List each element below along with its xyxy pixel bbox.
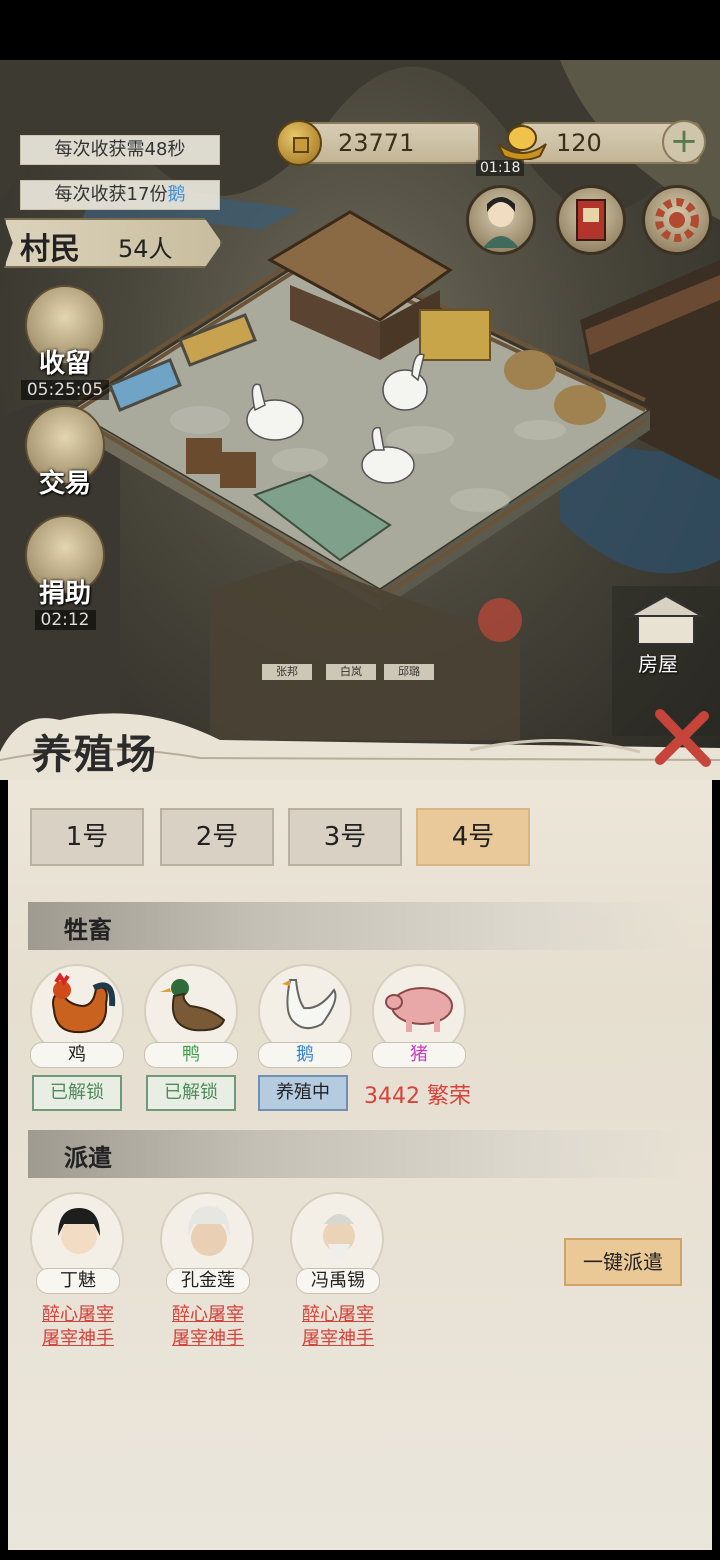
auto-dispatch-button[interactable]: 一键派遣 — [564, 1238, 682, 1286]
worker-skill[interactable]: 屠宰神手 — [288, 1324, 388, 1350]
animal-name: 鸭 — [144, 1042, 238, 1068]
lady-portrait-icon — [483, 197, 519, 248]
villager-tag: 白岚 — [326, 664, 376, 680]
worker-skill[interactable]: 醉心屠宰 — [28, 1300, 128, 1326]
farm-scene[interactable]: 每次收获需48秒 每次收获17份鹅 23771 120 + 01:18 村民 5… — [0, 60, 720, 760]
worker-card[interactable]: 冯禹锡 醉心屠宰 屠宰神手 — [288, 1192, 388, 1352]
goose-icon — [282, 979, 337, 1030]
livestock-section-title: 牲畜 — [64, 915, 112, 944]
worker-skill[interactable]: 醉心屠宰 — [158, 1300, 258, 1326]
book-button[interactable] — [556, 185, 626, 255]
status-bar — [0, 0, 720, 60]
worker-skill[interactable]: 屠宰神手 — [28, 1324, 128, 1350]
coin-icon — [276, 120, 322, 166]
harvest-item-text: 鹅 — [167, 184, 186, 205]
duck-status: 已解锁 — [146, 1075, 236, 1111]
animal-duck[interactable]: 鸭 — [142, 964, 242, 1074]
house-icon — [626, 594, 706, 645]
dispatch-section-header: 派遣 — [28, 1130, 688, 1178]
pig-icon — [385, 987, 453, 1032]
trade-label: 交易 — [38, 469, 91, 499]
villagers-panel[interactable]: 村民 54人 — [4, 218, 222, 268]
harvest-time-text: 每次收获需48秒 — [54, 139, 186, 160]
pig-prosperity-cost: 3442 繁荣 — [364, 1084, 471, 1109]
worker-name: 冯禹锡 — [296, 1268, 380, 1294]
book-icon — [576, 199, 606, 241]
gear-icon — [655, 198, 699, 242]
livestock-section-header: 牲畜 — [28, 902, 688, 950]
animal-name: 猪 — [372, 1042, 466, 1068]
animal-name: 鸡 — [30, 1042, 124, 1068]
villagers-count: 54人 — [118, 235, 173, 263]
animal-pig[interactable]: 猪 — [370, 964, 470, 1074]
donate-timer: 02:12 — [34, 610, 96, 630]
worker-card[interactable]: 丁魅 醉心屠宰 屠宰神手 — [28, 1192, 128, 1352]
chicken-status: 已解锁 — [32, 1075, 122, 1111]
trade-button[interactable]: 交易 — [20, 405, 110, 500]
close-icon[interactable] — [650, 706, 714, 770]
shelter-label: 收留 — [38, 349, 91, 379]
donate-label: 捐助 — [38, 579, 91, 609]
shelter-button[interactable]: 收留 05:25:05 — [20, 285, 110, 400]
villager-tag: 张邦 — [262, 664, 312, 680]
house-label: 房屋 — [638, 652, 678, 676]
duck-icon — [160, 979, 226, 1032]
tab-farm-4[interactable]: 4号 — [416, 808, 530, 866]
harvest-amount-text: 每次收获17份 — [54, 184, 168, 205]
chicken-icon — [52, 972, 116, 1034]
donate-button[interactable]: 捐助 02:12 — [20, 515, 110, 630]
add-ingots-button[interactable]: + — [662, 120, 706, 164]
tab-farm-1[interactable]: 1号 — [30, 808, 144, 866]
dispatch-section-title: 派遣 — [64, 1143, 112, 1172]
tab-farm-3[interactable]: 3号 — [288, 808, 402, 866]
shelter-timer: 05:25:05 — [20, 380, 110, 400]
coins-counter[interactable]: 23771 — [300, 122, 480, 164]
event-timer: 01:18 — [476, 160, 525, 176]
worker-skill[interactable]: 屠宰神手 — [158, 1324, 258, 1350]
settings-button[interactable] — [642, 185, 712, 255]
worker-name: 孔金莲 — [166, 1268, 250, 1294]
gold-ingot-icon — [497, 125, 547, 160]
tab-farm-2[interactable]: 2号 — [160, 808, 274, 866]
worker-skill[interactable]: 醉心屠宰 — [288, 1300, 388, 1326]
harvest-time-box: 每次收获需48秒 — [20, 135, 220, 165]
harvest-amount-box: 每次收获17份鹅 — [20, 180, 220, 210]
animal-chicken[interactable]: 鸡 — [28, 964, 128, 1074]
villagers-label: 村民 — [20, 232, 80, 267]
navigation-bar — [0, 1550, 720, 1560]
worker-card[interactable]: 孔金莲 醉心屠宰 屠宰神手 — [158, 1192, 258, 1352]
character-portrait-button[interactable] — [466, 185, 536, 255]
animal-name: 鹅 — [258, 1042, 352, 1068]
ingots-value: 120 — [556, 129, 602, 157]
panel-title: 养殖场 — [32, 731, 158, 778]
animal-goose[interactable]: 鹅 — [256, 964, 356, 1074]
worker-name: 丁魅 — [36, 1268, 120, 1294]
coins-value: 23771 — [338, 129, 415, 157]
villager-tag: 邱璐 — [384, 664, 434, 680]
goose-status: 养殖中 — [258, 1075, 348, 1111]
